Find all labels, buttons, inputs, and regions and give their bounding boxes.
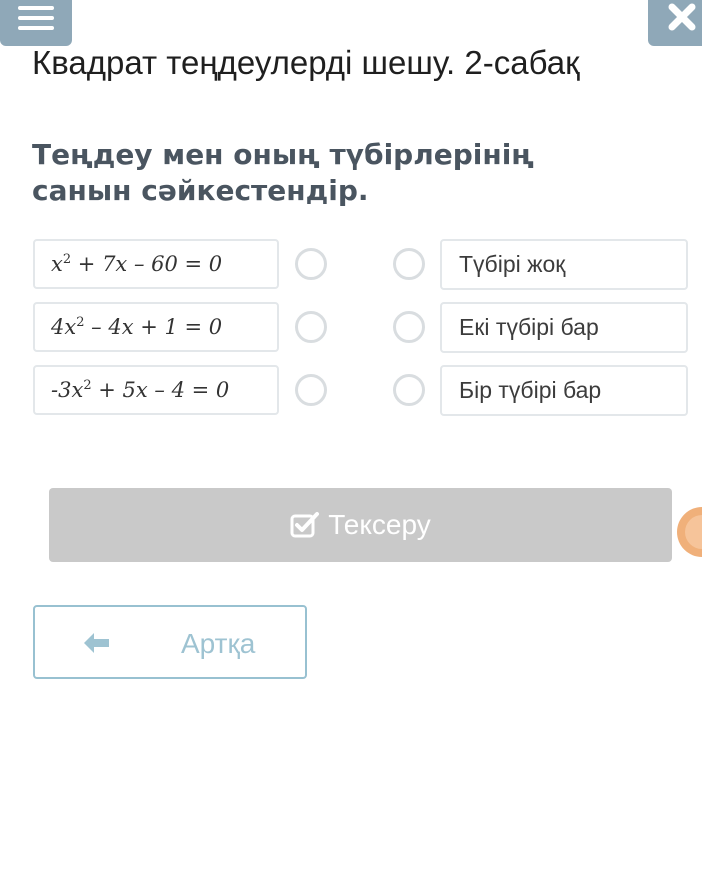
answer-card-1[interactable]: Түбірі жоқ — [440, 239, 688, 290]
equation-text: x2 + 7x – 60 = 0 — [51, 252, 223, 276]
equation-text: 4x2 – 4x + 1 = 0 — [51, 315, 223, 339]
side-tab[interactable] — [677, 507, 702, 557]
page-title: Квадрат теңдеулерді шешу. 2-сабақ — [32, 44, 580, 81]
equation-card-2[interactable]: 4x2 – 4x + 1 = 0 — [33, 302, 279, 352]
equation-2-connector-radio[interactable] — [295, 311, 327, 343]
close-icon — [668, 3, 696, 31]
answer-card-3[interactable]: Бір түбірі бар — [440, 365, 688, 416]
equation-1-connector-radio[interactable] — [295, 248, 327, 280]
equation-card-1[interactable]: x2 + 7x – 60 = 0 — [33, 239, 279, 289]
equation-text: -3x2 + 5x – 4 = 0 — [51, 378, 230, 402]
check-button[interactable]: Тексеру — [49, 488, 672, 562]
question-text: Теңдеу мен оның түбірлерінің санын сәйке… — [32, 138, 534, 207]
answer-card-2[interactable]: Екі түбірі бар — [440, 302, 688, 353]
arrow-left-icon — [84, 633, 109, 653]
answer-1-connector-radio[interactable] — [393, 248, 425, 280]
back-button-label: Артқа — [181, 628, 256, 659]
menu-button[interactable] — [0, 0, 72, 46]
answer-3-connector-radio[interactable] — [393, 374, 425, 406]
answer-label: Екі түбірі бар — [459, 314, 599, 340]
equation-card-3[interactable]: -3x2 + 5x – 4 = 0 — [33, 365, 279, 415]
answer-label: Бір түбірі бар — [459, 377, 602, 403]
answer-2-connector-radio[interactable] — [393, 311, 425, 343]
answer-label: Түбірі жоқ — [459, 251, 566, 277]
close-button[interactable] — [648, 0, 702, 46]
back-button[interactable]: Артқа — [33, 605, 307, 679]
check-button-label: Тексеру — [328, 509, 431, 540]
checkbox-check-icon — [290, 512, 320, 538]
equation-3-connector-radio[interactable] — [295, 374, 327, 406]
